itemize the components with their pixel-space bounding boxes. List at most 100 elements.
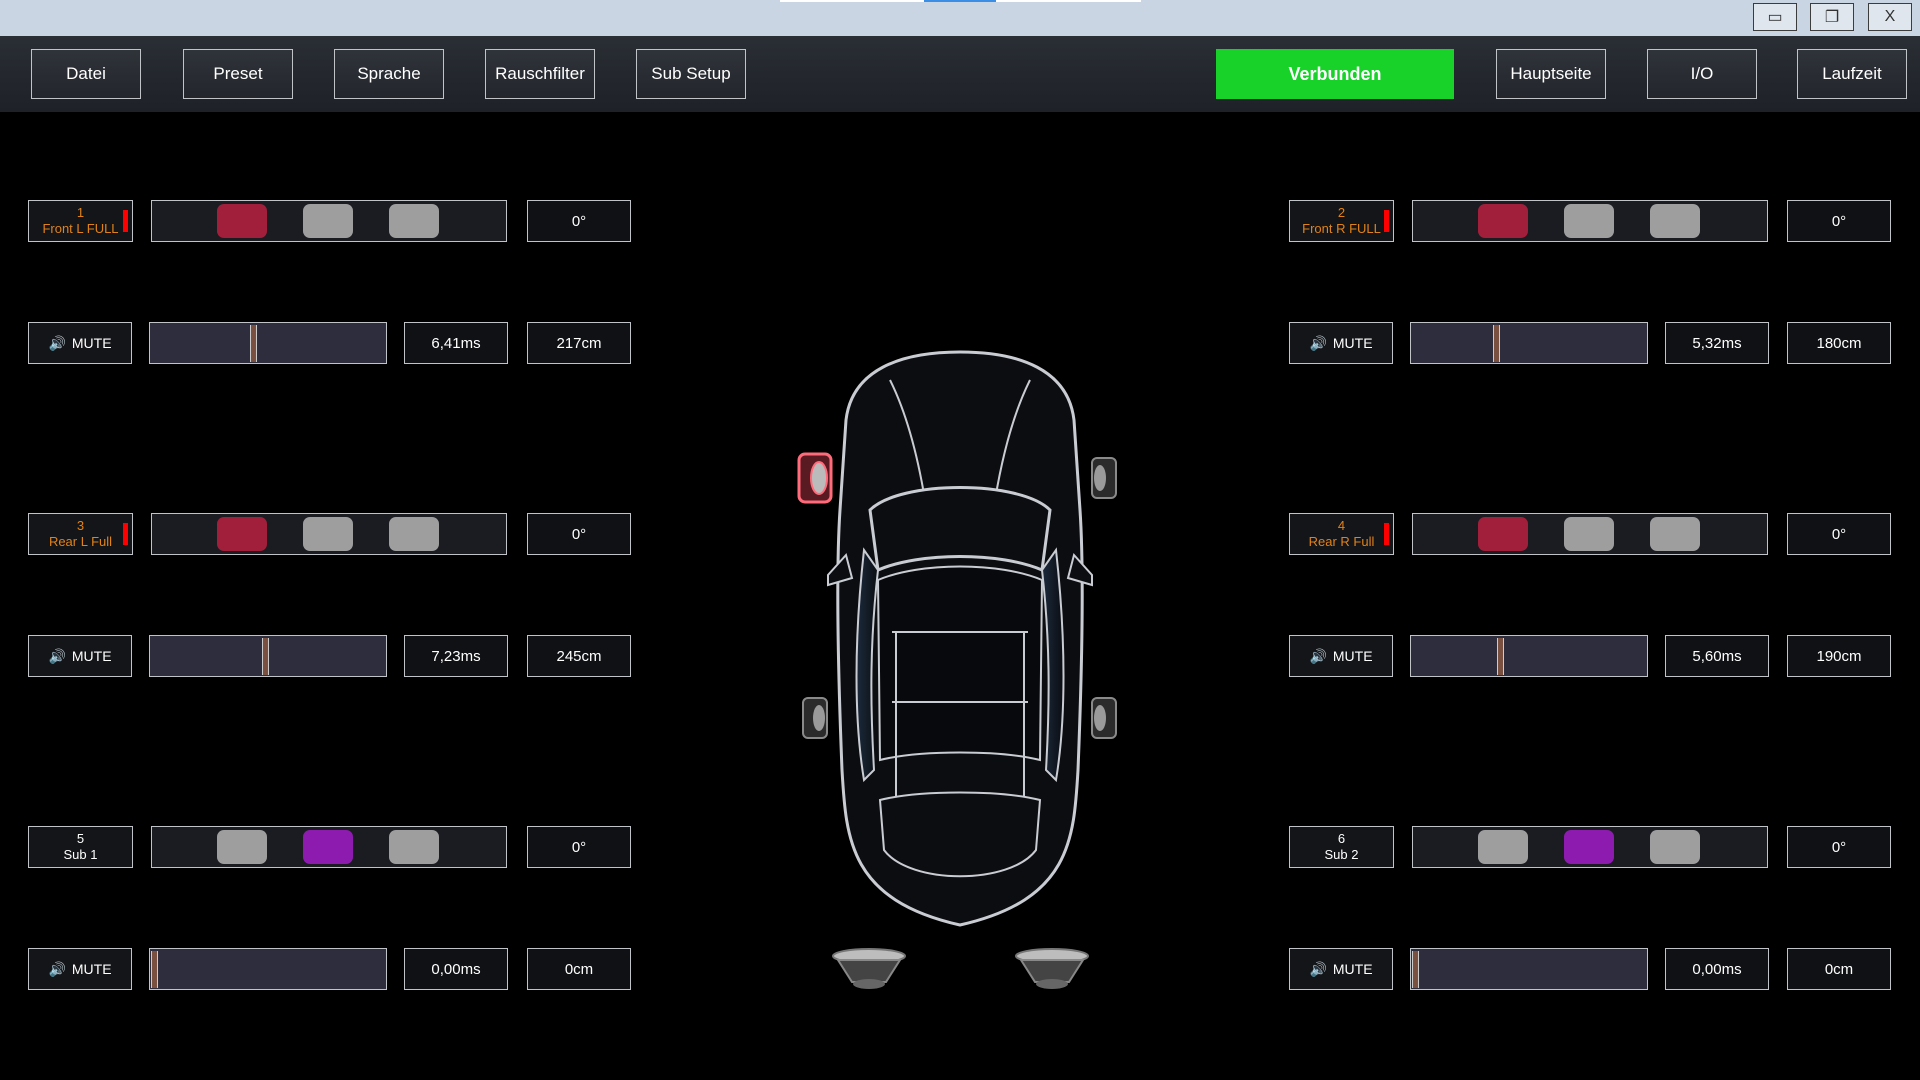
speaker-front-right-icon[interactable] (1090, 456, 1118, 500)
mode-sub-button[interactable] (389, 204, 439, 238)
channel-3-label[interactable]: 3 Rear L Full (28, 513, 133, 555)
channel-name: Sub 2 (1324, 847, 1359, 862)
channel-4-mode-selector (1412, 513, 1768, 555)
mode-sub-button[interactable] (389, 830, 439, 864)
channel-2-mode-selector (1412, 200, 1768, 242)
channel-number: 2 (1337, 205, 1346, 220)
mode-mid-button[interactable] (1564, 517, 1614, 551)
channel-4-mute-button[interactable]: 🔊 MUTE (1289, 635, 1393, 677)
channel-6-mute-button[interactable]: 🔊 MUTE (1289, 948, 1393, 990)
channel-3-mute-button[interactable]: 🔊 MUTE (28, 635, 132, 677)
channel-2-label[interactable]: 2 Front R FULL (1289, 200, 1394, 242)
io-button[interactable]: I/O (1647, 49, 1757, 99)
channel-1-phase[interactable]: 0° (527, 200, 631, 242)
channel-6-delay-value[interactable]: 0,00ms (1665, 948, 1769, 990)
channel-name: Rear R Full (1308, 534, 1375, 549)
mode-full-button[interactable] (217, 517, 267, 551)
channel-number: 3 (76, 518, 85, 533)
channel-1-mute-button[interactable]: 🔊 MUTE (28, 322, 132, 364)
channel-6-label[interactable]: 6 Sub 2 (1289, 826, 1394, 868)
mode-sub-button[interactable] (1650, 517, 1700, 551)
slider-thumb[interactable] (1497, 638, 1504, 675)
datei-button[interactable]: Datei (31, 49, 141, 99)
channel-2-delay-value[interactable]: 5,32ms (1665, 322, 1769, 364)
sub-setup-button[interactable]: Sub Setup (636, 49, 746, 99)
mode-sub-button[interactable] (1650, 204, 1700, 238)
subwoofer-right-icon[interactable] (1013, 946, 1091, 990)
speaker-icon: 🔊 (48, 647, 66, 664)
sprache-button[interactable]: Sprache (334, 49, 444, 99)
mode-full-button[interactable] (1478, 517, 1528, 551)
level-indicator (123, 210, 128, 232)
channel-5-mute-button[interactable]: 🔊 MUTE (28, 948, 132, 990)
channel-2-phase[interactable]: 0° (1787, 200, 1891, 242)
mode-mid-button[interactable] (1564, 830, 1614, 864)
channel-4-delay-value[interactable]: 5,60ms (1665, 635, 1769, 677)
mode-mid-button[interactable] (303, 204, 353, 238)
channel-1-mode-selector (151, 200, 507, 242)
mode-full-button[interactable] (1478, 830, 1528, 864)
channel-5-label[interactable]: 5 Sub 1 (28, 826, 133, 868)
mode-full-button[interactable] (217, 830, 267, 864)
slider-thumb[interactable] (250, 325, 257, 362)
channel-4-distance-value[interactable]: 190cm (1787, 635, 1891, 677)
channel-4-label[interactable]: 4 Rear R Full (1289, 513, 1394, 555)
connection-status-button[interactable]: Verbunden (1216, 49, 1454, 99)
channel-2-delay-slider[interactable] (1410, 322, 1648, 364)
slider-thumb[interactable] (1412, 951, 1419, 988)
slider-thumb[interactable] (151, 951, 158, 988)
slider-thumb[interactable] (1493, 325, 1500, 362)
channel-number: 4 (1337, 518, 1346, 533)
channel-name: Front R FULL (1302, 221, 1381, 236)
channel-6-distance-value[interactable]: 0cm (1787, 948, 1891, 990)
level-indicator (123, 523, 128, 545)
minimize-button[interactable]: ▭ (1753, 3, 1797, 31)
restore-button[interactable]: ❐ (1810, 3, 1854, 31)
rauschfilter-button[interactable]: Rauschfilter (485, 49, 595, 99)
preset-button[interactable]: Preset (183, 49, 293, 99)
title-bar: ▭ ❐ X (0, 0, 1920, 36)
mode-mid-button[interactable] (303, 830, 353, 864)
channel-5-delay-slider[interactable] (149, 948, 387, 990)
channel-5-delay-value[interactable]: 0,00ms (404, 948, 508, 990)
channel-name: Sub 1 (63, 847, 98, 862)
channel-6-delay-slider[interactable] (1410, 948, 1648, 990)
channel-5-distance-value[interactable]: 0cm (527, 948, 631, 990)
mode-mid-button[interactable] (1564, 204, 1614, 238)
mode-full-button[interactable] (1478, 204, 1528, 238)
speaker-rear-right-icon[interactable] (1090, 696, 1118, 740)
slider-thumb[interactable] (262, 638, 269, 675)
tab-indicator-active (924, 0, 996, 2)
subwoofer-left-icon[interactable] (830, 946, 908, 990)
level-indicator (1384, 523, 1389, 545)
channel-6-phase[interactable]: 0° (1787, 826, 1891, 868)
channel-name: Front L FULL (42, 221, 119, 236)
channel-number: 5 (76, 831, 85, 846)
speaker-rear-left-icon[interactable] (801, 696, 829, 740)
channel-1-delay-value[interactable]: 6,41ms (404, 322, 508, 364)
laufzeit-button[interactable]: Laufzeit (1797, 49, 1907, 99)
channel-3-distance-value[interactable]: 245cm (527, 635, 631, 677)
close-button[interactable]: X (1868, 3, 1912, 31)
channel-1-distance-value[interactable]: 217cm (527, 322, 631, 364)
channel-3-delay-value[interactable]: 7,23ms (404, 635, 508, 677)
channel-5-phase[interactable]: 0° (527, 826, 631, 868)
mode-sub-button[interactable] (389, 517, 439, 551)
channel-5-mode-selector (151, 826, 507, 868)
channel-4-phase[interactable]: 0° (1787, 513, 1891, 555)
channel-2-distance-value[interactable]: 180cm (1787, 322, 1891, 364)
channel-1-label[interactable]: 1 Front L FULL (28, 200, 133, 242)
mode-sub-button[interactable] (1650, 830, 1700, 864)
channel-3-phase[interactable]: 0° (527, 513, 631, 555)
channel-6-mode-selector (1412, 826, 1768, 868)
channel-4-delay-slider[interactable] (1410, 635, 1648, 677)
channel-3-delay-slider[interactable] (149, 635, 387, 677)
level-indicator (1384, 210, 1389, 232)
channel-2-mute-button[interactable]: 🔊 MUTE (1289, 322, 1393, 364)
hauptseite-button[interactable]: Hauptseite (1496, 49, 1606, 99)
mode-mid-button[interactable] (303, 517, 353, 551)
speaker-front-left-icon[interactable] (797, 452, 833, 504)
channel-1-delay-slider[interactable] (149, 322, 387, 364)
mode-full-button[interactable] (217, 204, 267, 238)
speaker-icon: 🔊 (1309, 334, 1327, 351)
